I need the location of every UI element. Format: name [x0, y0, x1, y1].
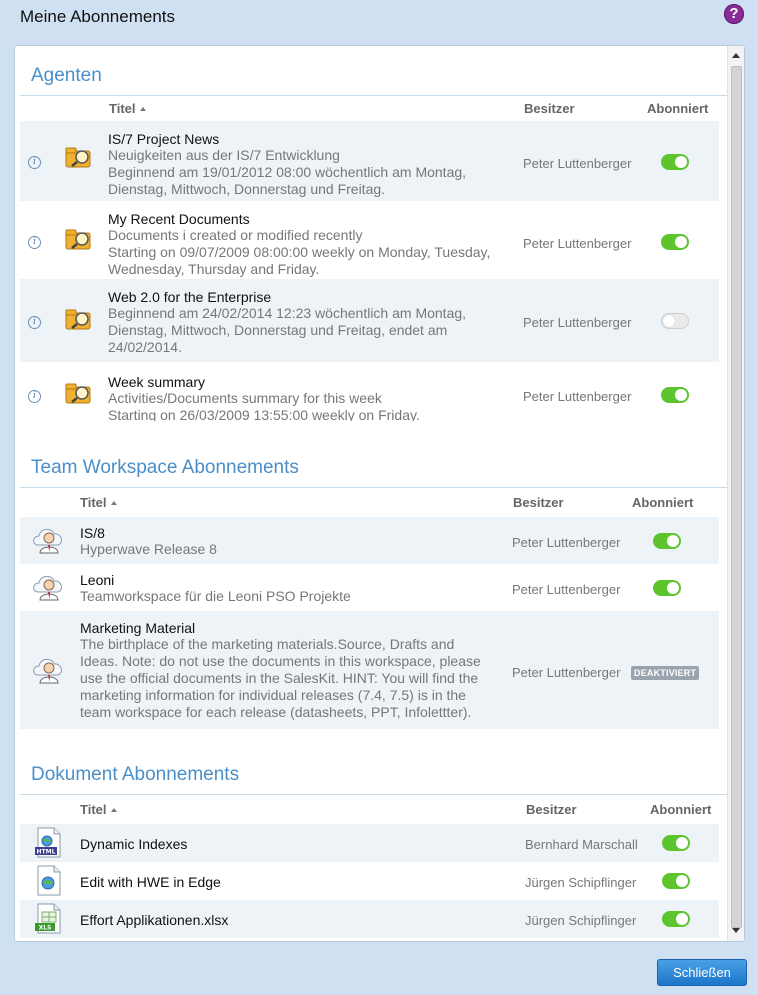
info-icon[interactable]: i: [28, 156, 41, 169]
documents-section: Dokument Abonnements Titel Besitzer Abon…: [15, 743, 727, 941]
agent-search-icon: [65, 147, 91, 168]
workspaces-heading: Team Workspace Abonnements: [31, 457, 299, 478]
html-file-icon: HTML: [35, 827, 61, 858]
agent-search-icon: [65, 309, 91, 330]
column-title-header[interactable]: Titel: [80, 495, 117, 510]
divider: [20, 95, 727, 96]
agent-description: Beginnend am 24/02/2014 12:23 wöchentlic…: [108, 305, 467, 355]
owner-name: Jürgen Schipflinger: [525, 913, 637, 928]
agent-row: i Week summary Activities/Documents summ…: [20, 362, 719, 421]
agent-description: Documents i created or modified recently…: [108, 227, 491, 277]
scroll-up-arrow-icon[interactable]: [732, 53, 740, 58]
scrollbar-thumb[interactable]: [731, 66, 742, 928]
workspace-user-icon: [33, 575, 62, 601]
documents-heading: Dokument Abonnements: [31, 764, 240, 785]
workspace-description: Teamworkspace für die Leoni PSO Projekte: [80, 588, 351, 604]
divider: [20, 487, 727, 488]
agent-title[interactable]: My Recent Documents: [108, 211, 250, 227]
column-owner-header[interactable]: Besitzer: [513, 495, 564, 510]
agent-description: Activities/Documents summary for this we…: [108, 390, 420, 421]
help-icon[interactable]: ?: [724, 4, 744, 24]
owner-name: Peter Luttenberger: [523, 236, 632, 251]
sort-ascending-icon: [110, 808, 117, 812]
document-title[interactable]: Edit with HWE in Edge: [80, 874, 221, 890]
info-icon[interactable]: i: [28, 390, 41, 403]
column-subscribed-header[interactable]: Abonniert: [647, 101, 708, 116]
owner-name: Jürgen Schipflinger: [525, 875, 637, 890]
xls-file-icon-label: XLS: [39, 925, 52, 932]
web-file-icon: [37, 865, 61, 896]
workspace-title[interactable]: Marketing Material: [80, 620, 195, 636]
column-title-header[interactable]: Titel: [109, 101, 146, 116]
agent-row: i My Recent Documents Documents i create…: [20, 201, 719, 279]
info-icon[interactable]: i: [28, 316, 41, 329]
agent-row: i Web 2.0 for the Enterprise Beginnend a…: [20, 279, 719, 362]
agent-search-icon: [65, 229, 91, 250]
workspace-description: Hyperwave Release 8: [80, 541, 217, 557]
subscribe-toggle[interactable]: [653, 533, 681, 549]
column-owner-header[interactable]: Besitzer: [524, 101, 575, 116]
owner-name: Peter Luttenberger: [512, 535, 621, 550]
workspace-title[interactable]: IS/8: [80, 525, 105, 541]
subscribe-toggle[interactable]: [662, 873, 690, 889]
xls-file-icon: XLS: [35, 903, 61, 934]
agent-title[interactable]: Web 2.0 for the Enterprise: [108, 289, 271, 305]
sort-ascending-icon: [110, 501, 117, 505]
owner-name: Peter Luttenberger: [523, 389, 632, 404]
close-button[interactable]: Schließen: [657, 959, 747, 986]
subscribe-toggle[interactable]: [661, 387, 689, 403]
subscribe-toggle[interactable]: [653, 580, 681, 596]
workspace-row: IS/8 Hyperwave Release 8 Peter Luttenber…: [20, 517, 719, 564]
owner-name: Peter Luttenberger: [523, 315, 632, 330]
column-owner-header[interactable]: Besitzer: [526, 802, 577, 817]
subscriptions-panel: Agenten Titel Besitzer Abonniert i IS/7 …: [14, 45, 745, 942]
deactivated-badge: DEAKTIVIERT: [631, 666, 700, 680]
document-row: Edit with HWE in Edge Jürgen Schipflinge…: [20, 862, 719, 900]
workspace-user-icon: [33, 528, 62, 554]
owner-name: Bernhard Marschall: [525, 837, 638, 852]
column-title-header[interactable]: Titel: [80, 802, 117, 817]
column-subscribed-header[interactable]: Abonniert: [632, 495, 693, 510]
column-title-label: Titel: [80, 495, 107, 510]
workspace-user-icon: [33, 658, 62, 684]
dialog-title: Meine Abonnements: [20, 7, 175, 26]
workspace-title[interactable]: Leoni: [80, 572, 114, 588]
agent-row: i IS/7 Project News Neuigkeiten aus der …: [20, 121, 719, 201]
subscribe-toggle[interactable]: [661, 313, 689, 329]
subscribe-toggle[interactable]: [662, 835, 690, 851]
html-file-icon-label: HTML: [37, 849, 56, 856]
agents-section: Agenten Titel Besitzer Abonniert i IS/7 …: [15, 46, 727, 421]
workspace-row: Marketing Material The birthplace of the…: [20, 611, 719, 729]
document-title[interactable]: Dynamic Indexes: [80, 836, 187, 852]
subscribe-toggle[interactable]: [662, 911, 690, 927]
workspaces-section: Team Workspace Abonnements Titel Besitze…: [15, 436, 727, 736]
divider: [20, 794, 727, 795]
subscribe-toggle[interactable]: [661, 234, 689, 250]
owner-name: Peter Luttenberger: [512, 665, 621, 680]
agents-heading: Agenten: [31, 65, 102, 86]
workspace-row: Leoni Teamworkspace für die Leoni PSO Pr…: [20, 564, 719, 611]
scroll-down-arrow-icon[interactable]: [732, 928, 740, 933]
agent-title[interactable]: Week summary: [108, 374, 205, 390]
subscribe-toggle[interactable]: [661, 154, 689, 170]
workspace-description: The birthplace of the marketing material…: [80, 636, 481, 720]
info-icon[interactable]: i: [28, 236, 41, 249]
agent-title[interactable]: IS/7 Project News: [108, 131, 219, 147]
sort-ascending-icon: [139, 107, 146, 111]
agent-description: Neuigkeiten aus der IS/7 Entwicklung Begi…: [108, 147, 467, 197]
document-title[interactable]: Effort Applikationen.xlsx: [80, 912, 228, 928]
owner-name: Peter Luttenberger: [523, 156, 632, 171]
document-row: XLS Effort Applikationen.xlsx Jürgen Sch…: [20, 900, 719, 938]
column-title-label: Titel: [80, 802, 107, 817]
column-subscribed-header[interactable]: Abonniert: [650, 802, 711, 817]
column-title-label: Titel: [109, 101, 136, 116]
vertical-scrollbar[interactable]: [727, 46, 744, 941]
agent-search-icon: [65, 383, 91, 404]
owner-name: Peter Luttenberger: [512, 582, 621, 597]
document-row: HTML Dynamic Indexes Bernhard Marschall: [20, 824, 719, 862]
